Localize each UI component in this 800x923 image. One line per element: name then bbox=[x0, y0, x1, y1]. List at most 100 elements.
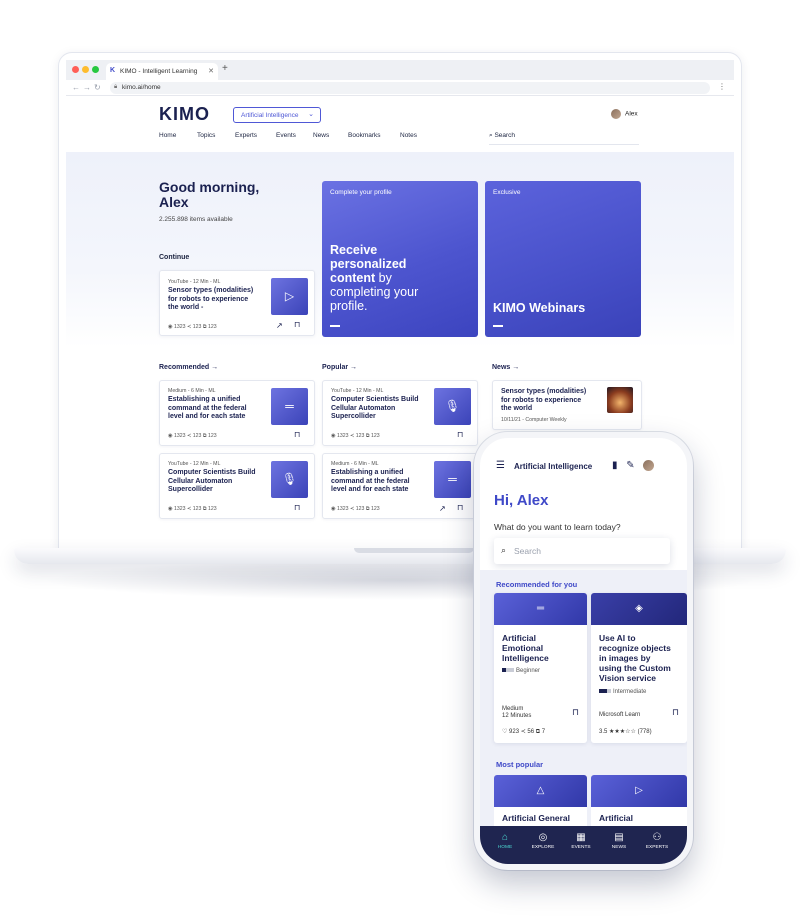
chevron-down-icon: ⌄ bbox=[308, 111, 314, 118]
bookmark-icon[interactable]: ▮ bbox=[612, 460, 618, 471]
recommended-card[interactable]: YouTube - 12 Min - ML Computer Scientist… bbox=[159, 453, 315, 519]
plus-icon[interactable]: + bbox=[222, 63, 228, 74]
section-popular[interactable]: Popular → bbox=[322, 364, 357, 371]
bookmark-icon[interactable]: ⊓ bbox=[294, 320, 300, 329]
greeting-line-1: Good morning, bbox=[159, 179, 260, 195]
card-stats: ♡ 923 ≺ 56 ⧉ 7 bbox=[502, 729, 546, 735]
nav-events[interactable]: Events bbox=[276, 132, 296, 139]
card-title: Establishing a unified command at the fed… bbox=[168, 396, 247, 420]
bookmark-icon[interactable]: ⊓ bbox=[457, 503, 463, 512]
mic-icon: 🎙︎ bbox=[444, 399, 461, 413]
card-thumbnail: 🎙︎ bbox=[434, 388, 471, 425]
phone-rec-card[interactable]: ═ Artificial Emotional Intelligence Beginn… bbox=[494, 593, 587, 743]
profile-promo-card[interactable]: Complete your profile Receive personalize… bbox=[322, 181, 478, 337]
items-count: 2.255.898 items available bbox=[159, 216, 233, 223]
reload-icon[interactable]: ↻ bbox=[94, 83, 104, 92]
phone-topic-title[interactable]: Artificial Intelligence bbox=[514, 462, 592, 471]
bookmark-icon[interactable]: ⊓ bbox=[294, 503, 300, 512]
card-stats: ◉ 1323 ≺ 123 ⧉ 123 bbox=[168, 324, 217, 330]
play-icon: ▷ bbox=[591, 775, 687, 807]
nav-arrows[interactable]: ←→↻ bbox=[72, 83, 104, 92]
nav-bookmarks[interactable]: Bookmarks bbox=[348, 132, 381, 139]
nav-news[interactable]: News bbox=[313, 132, 329, 139]
arrow-right-icon: → bbox=[350, 364, 358, 371]
card-meta: YouTube - 12 Min - ML bbox=[168, 279, 221, 285]
card-thumbnail: 🎙︎ bbox=[271, 461, 308, 498]
webinars-promo-card[interactable]: Exclusive KIMO Webinars bbox=[485, 181, 641, 337]
bookmark-icon[interactable]: ⊓ bbox=[457, 430, 463, 439]
url-text: kimo.ai/home bbox=[122, 84, 161, 91]
phone-search-input[interactable]: ⌕ Search bbox=[494, 538, 670, 564]
nav-tab-events[interactable]: ▦ EVENTS bbox=[564, 832, 598, 850]
card-title: Establishing a unified command at the fed… bbox=[331, 469, 410, 493]
card-title: Use AI to recognize objects in images by us… bbox=[599, 633, 671, 683]
nav-experts[interactable]: Experts bbox=[235, 132, 257, 139]
minimize-window-dot[interactable] bbox=[82, 66, 89, 73]
layers-icon: ◈ bbox=[591, 593, 687, 625]
menu-icon[interactable]: ☰ bbox=[496, 460, 505, 471]
address-bar[interactable]: 🔒︎ kimo.ai/home bbox=[110, 82, 710, 94]
lock-icon: 🔒︎ bbox=[114, 84, 118, 90]
search-icon: ⌕ bbox=[501, 545, 507, 555]
recommended-for-you-label: Recommended for you bbox=[496, 580, 578, 589]
bookmark-icon[interactable]: ⊓ bbox=[572, 707, 579, 718]
card-title: Computer Scientists Build Cellular Automa… bbox=[331, 396, 419, 420]
section-news[interactable]: News → bbox=[492, 364, 519, 371]
calendar-icon: ▦ bbox=[576, 832, 586, 843]
forward-icon[interactable]: → bbox=[83, 83, 94, 92]
nav-tab-home[interactable]: ⌂ HOME bbox=[488, 832, 522, 850]
home-icon: ⌂ bbox=[501, 832, 509, 843]
nav-tab-explore[interactable]: ◎ EXPLORE bbox=[526, 832, 560, 850]
card-stats: ◉ 1323 ≺ 123 ⧉ 123 bbox=[168, 506, 217, 512]
news-card[interactable]: Sensor types (modalities) for robots to e… bbox=[492, 380, 642, 430]
nav-notes[interactable]: Notes bbox=[400, 132, 417, 139]
close-window-dot[interactable] bbox=[72, 66, 79, 73]
nav-tab-news[interactable]: ▤ NEWS bbox=[602, 832, 636, 850]
compass-icon: ◎ bbox=[538, 832, 548, 843]
level-bars-icon bbox=[502, 668, 514, 673]
popular-card[interactable]: Medium - 6 Min - ML Establishing a unifi… bbox=[322, 453, 478, 519]
promo-title: KIMO Webinars bbox=[493, 301, 586, 315]
greeting-line-2: Alex bbox=[159, 194, 189, 210]
level-bars-icon bbox=[599, 689, 611, 694]
nav-topics[interactable]: Topics bbox=[197, 132, 215, 139]
share-arrow-icon[interactable]: ↗ bbox=[276, 321, 283, 330]
promo-dash bbox=[493, 325, 503, 327]
section-recommended[interactable]: Recommended → bbox=[159, 364, 218, 371]
promo-dash bbox=[330, 325, 340, 327]
bookmark-icon[interactable]: ⊓ bbox=[672, 707, 679, 718]
back-icon[interactable]: ← bbox=[72, 83, 83, 92]
close-icon[interactable]: ✕ bbox=[208, 67, 214, 75]
phone-question: What do you want to learn today? bbox=[494, 522, 621, 532]
maximize-window-dot[interactable] bbox=[92, 66, 99, 73]
site-search[interactable]: ⌕ Search bbox=[489, 132, 639, 145]
edit-icon[interactable]: ✎ bbox=[626, 460, 634, 471]
recommended-card[interactable]: Medium - 6 Min - ML Establishing a unifi… bbox=[159, 380, 315, 446]
news-thumbnail bbox=[607, 387, 633, 413]
nav-tab-experts[interactable]: ⚇ EXPERTS bbox=[640, 832, 674, 850]
browser-tab[interactable]: K KIMO - Intelligent Learning ✕ bbox=[106, 63, 218, 80]
level-badge: Intermediate bbox=[599, 689, 646, 695]
continue-card[interactable]: YouTube - 12 Min - ML Sensor types (moda… bbox=[159, 270, 315, 336]
kimo-logo[interactable]: KIMO bbox=[159, 104, 210, 125]
bookmark-icon[interactable]: ⊓ bbox=[294, 430, 300, 439]
card-thumbnail: ═ bbox=[271, 388, 308, 425]
phone-rec-card[interactable]: ◈ Use AI to recognize objects in images by… bbox=[591, 593, 687, 743]
card-title: Artificial General bbox=[502, 813, 571, 823]
promo-label: Exclusive bbox=[493, 189, 521, 196]
user-menu[interactable]: Alex bbox=[611, 109, 638, 119]
card-thumbnail: ▷ bbox=[271, 278, 308, 315]
promo-text: Receive personalized content by completing … bbox=[330, 243, 419, 313]
search-label: Search bbox=[494, 132, 516, 139]
popular-card[interactable]: YouTube - 12 Min - ML Computer Scientist… bbox=[322, 380, 478, 446]
kebab-icon[interactable]: ⋮ bbox=[718, 82, 726, 91]
most-popular-label: Most popular bbox=[496, 760, 544, 769]
search-placeholder: Search bbox=[514, 546, 541, 556]
share-arrow-icon[interactable]: ↗ bbox=[439, 504, 446, 513]
card-meta: Medium - 6 Min - ML bbox=[331, 461, 379, 467]
avatar[interactable] bbox=[643, 460, 655, 471]
topic-selector[interactable]: Artificial Intelligence ⌄ bbox=[233, 107, 321, 123]
search-icon: ⌕ bbox=[489, 132, 493, 139]
avatar bbox=[611, 109, 621, 119]
nav-home[interactable]: Home bbox=[159, 132, 176, 139]
